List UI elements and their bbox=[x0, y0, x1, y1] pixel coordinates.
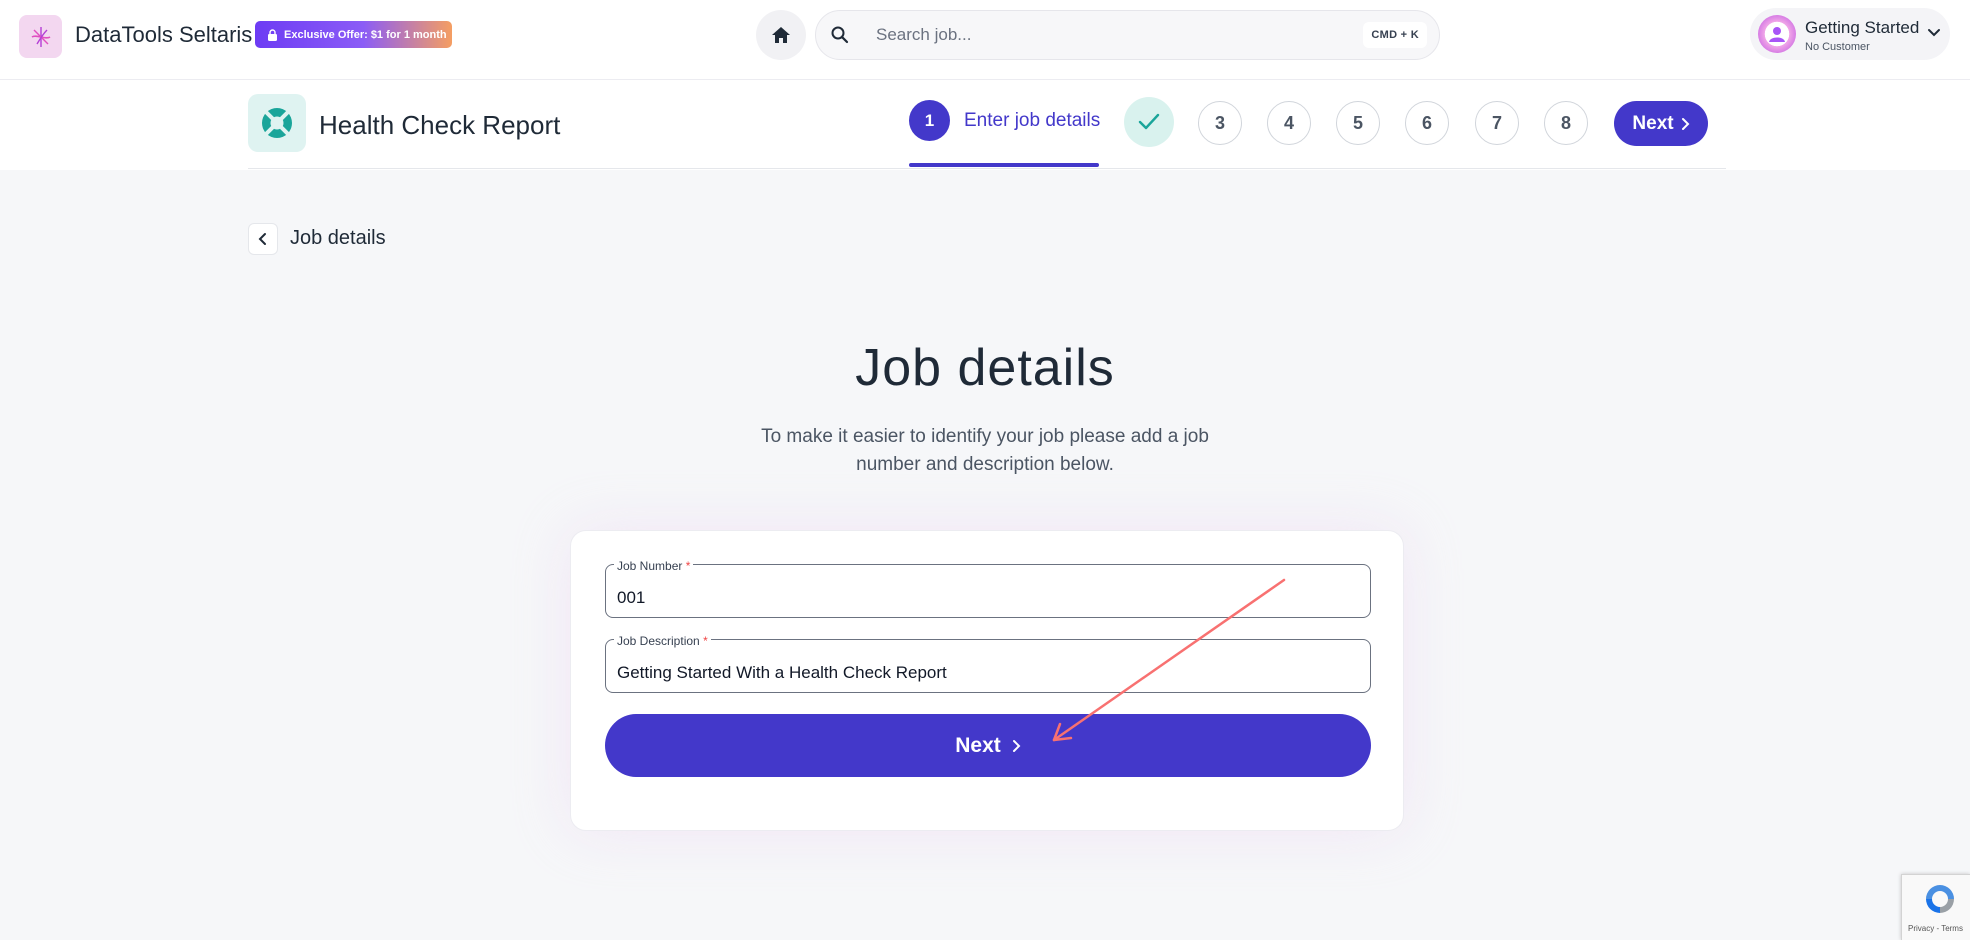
job-description-label: Job Description * bbox=[614, 634, 711, 648]
check-icon bbox=[1138, 113, 1160, 130]
header-next-button[interactable]: Next bbox=[1614, 101, 1708, 146]
user-menu[interactable]: Getting Started No Customer bbox=[1750, 8, 1950, 60]
page-title: Job details bbox=[855, 339, 1115, 397]
step-1[interactable]: 1 bbox=[909, 100, 950, 141]
active-step-indicator bbox=[909, 163, 1099, 167]
search-icon bbox=[831, 26, 849, 44]
job-number-field[interactable]: Job Number * bbox=[605, 559, 1371, 618]
recaptcha-icon bbox=[1926, 885, 1954, 913]
user-subtitle: No Customer bbox=[1805, 41, 1870, 53]
report-title: Health Check Report bbox=[319, 110, 561, 140]
job-description-input[interactable] bbox=[617, 658, 1357, 688]
step-1-label[interactable]: Enter job details bbox=[964, 110, 1100, 132]
job-number-input[interactable] bbox=[617, 583, 1357, 613]
step-7[interactable]: 7 bbox=[1475, 101, 1519, 145]
home-button[interactable] bbox=[756, 10, 806, 60]
page-description: To make it easier to identify your job p… bbox=[761, 426, 1209, 475]
step-6[interactable]: 6 bbox=[1405, 101, 1449, 145]
report-icon-box bbox=[248, 94, 306, 152]
step-3[interactable]: 3 bbox=[1198, 101, 1242, 145]
step-8[interactable]: 8 bbox=[1544, 101, 1588, 145]
offer-badge[interactable]: Exclusive Offer: $1 for 1 month bbox=[255, 21, 452, 48]
chevron-right-icon bbox=[1681, 117, 1690, 130]
next-button[interactable]: Next bbox=[605, 714, 1371, 777]
header-next-label: Next bbox=[1632, 112, 1674, 134]
recaptcha-badge[interactable]: Privacy - Terms bbox=[1901, 874, 1970, 940]
step-4[interactable]: 4 bbox=[1267, 101, 1311, 145]
job-number-label: Job Number * bbox=[614, 559, 694, 573]
chevron-right-icon bbox=[1012, 739, 1021, 752]
lifebuoy-icon bbox=[262, 108, 292, 138]
app-logo[interactable] bbox=[19, 15, 62, 58]
search-input[interactable] bbox=[876, 11, 1336, 59]
chevron-down-icon bbox=[1928, 29, 1940, 37]
user-name: Getting Started bbox=[1805, 18, 1920, 37]
user-icon bbox=[1769, 27, 1785, 42]
job-details-card: Job Number * Job Description * Next bbox=[570, 530, 1404, 831]
step-5[interactable]: 5 bbox=[1336, 101, 1380, 145]
avatar bbox=[1758, 15, 1796, 53]
divider bbox=[248, 168, 1726, 169]
home-icon bbox=[772, 27, 790, 43]
job-description-field[interactable]: Job Description * bbox=[605, 634, 1371, 693]
back-label: Job details bbox=[290, 227, 386, 249]
chevron-left-icon bbox=[258, 233, 266, 245]
logo-icon bbox=[31, 26, 50, 47]
top-bar: DataTools Seltaris Exclusive Offer: $1 f… bbox=[0, 0, 1970, 80]
step-2-completed[interactable] bbox=[1124, 97, 1174, 147]
back-button[interactable] bbox=[248, 223, 278, 255]
next-button-label: Next bbox=[955, 733, 1001, 757]
offer-badge-label: Exclusive Offer: $1 for 1 month bbox=[284, 28, 447, 41]
search-bar[interactable]: CMD + K bbox=[815, 10, 1440, 60]
brand-name: DataTools Seltaris bbox=[75, 22, 253, 47]
recaptcha-footer[interactable]: Privacy - Terms bbox=[1908, 924, 1963, 933]
search-shortcut: CMD + K bbox=[1363, 22, 1427, 48]
lock-icon bbox=[268, 28, 277, 41]
